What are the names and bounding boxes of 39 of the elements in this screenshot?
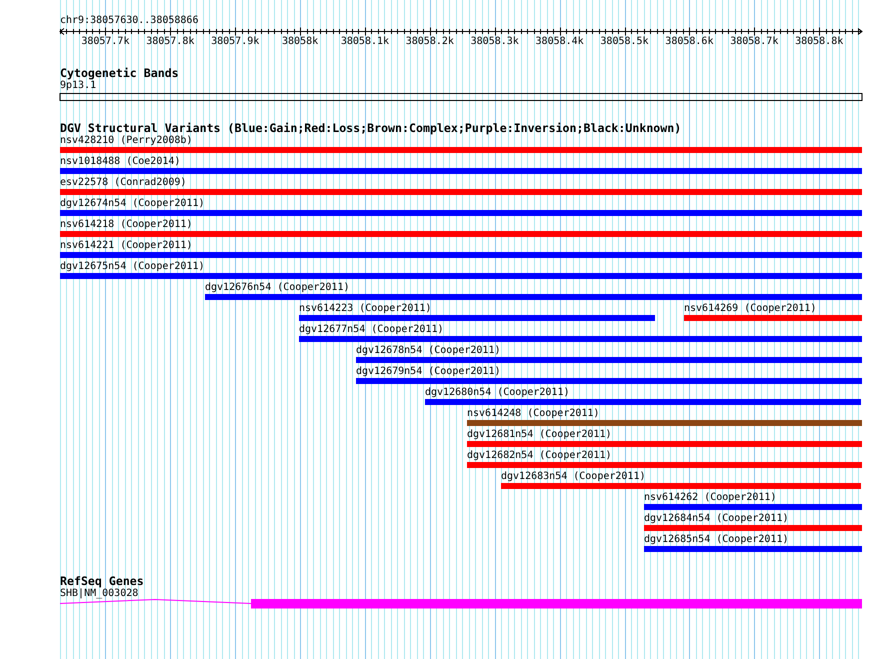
tick-label: 38057.9k [210,36,260,47]
variant-label: dgv12683n54 (Cooper2011) [501,471,646,483]
band-label: 9p13.1 [60,80,96,92]
variant-label: nsv614262 (Cooper2011) [644,492,776,504]
variant-label: nsv614223 (Cooper2011) [299,303,432,315]
tick-label: 38058.2k [404,36,455,47]
tick-label: 38058.8k [794,36,844,47]
variant-label: dgv12675n54 (Cooper2011) [60,261,204,273]
variant-label: dgv12685n54 (Cooper2011) [644,534,788,546]
variant-label: nsv614269 (Cooper2011) [684,303,816,315]
variant-label: nsv614248 (Cooper2011) [467,408,600,420]
variant-label: dgv12679n54 (Cooper2011) [356,366,500,378]
variant-label: nsv614218 (Cooper2011) [60,219,192,231]
variant-label: dgv12674n54 (Cooper2011) [60,198,204,210]
tick-label: 38058.5k [599,36,650,47]
tick-label: 38058.6k [664,36,714,47]
track-title: Cytogenetic Bands [60,67,179,80]
variant-label: dgv12677n54 (Cooper2011) [299,324,444,336]
gene-label: SHB|NM_003028 [60,588,138,599]
tick-label: 38057.8k [145,36,196,47]
track-title: RefSeq Genes [60,575,144,588]
tick-label: 38057.7k [80,36,130,47]
variant-label: dgv12684n54 (Cooper2011) [644,513,788,525]
variant-label: nsv614221 (Cooper2011) [60,240,192,252]
region-label: chr9:38057630..38058866 [60,15,198,26]
variant-label: dgv12676n54 (Cooper2011) [205,282,350,294]
variant-label: dgv12682n54 (Cooper2011) [467,450,612,462]
variant-label: dgv12680n54 (Cooper2011) [425,387,570,399]
tick-label: 38058k [281,36,320,47]
track-title: DGV Structural Variants (Blue:Gain;Red:Loss;Brown:Complex;Purple:Inversion;Black:Unknown) [60,122,682,135]
tick-label: 38058.7k [729,36,780,47]
tick-label: 38058.3k [470,36,520,47]
variant-label: nsv1018488 (Coe2014) [60,156,180,168]
tick-label: 38058.4k [534,36,585,47]
variant-label: esv22578 (Conrad2009) [60,177,186,189]
variant-label: dgv12681n54 (Cooper2011) [467,429,612,441]
variant-label: dgv12678n54 (Cooper2011) [356,345,500,357]
variant-label: nsv428210 (Perry2008b) [60,135,192,147]
tick-label: 38058.1k [340,36,390,47]
